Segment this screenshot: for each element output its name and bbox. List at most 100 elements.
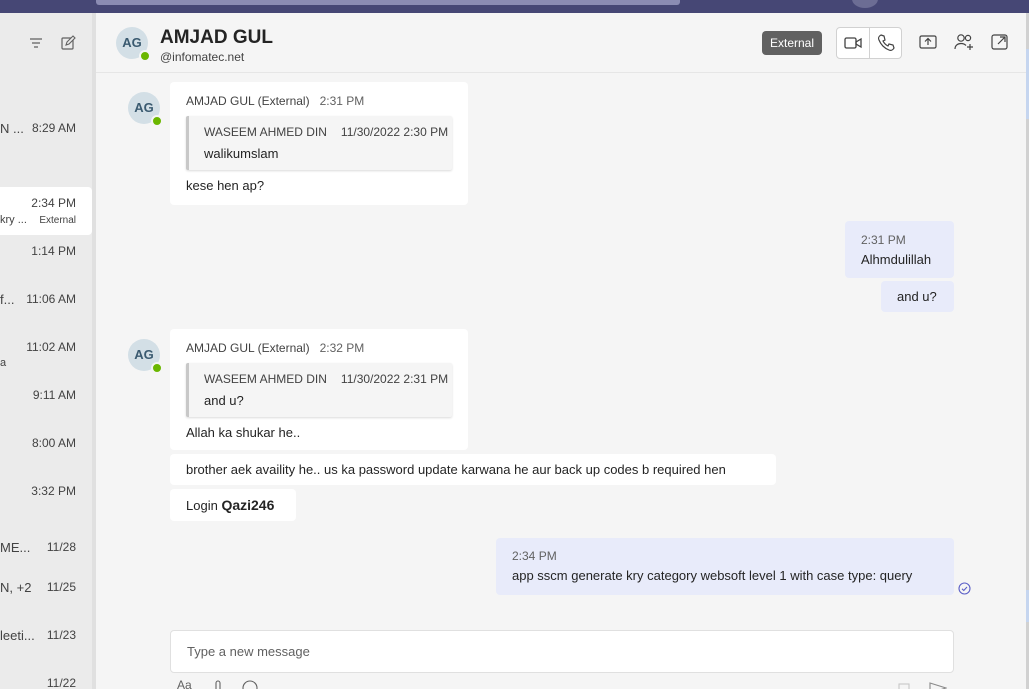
search-bar[interactable] [96,0,680,5]
video-call-icon[interactable] [841,31,865,55]
chat-preview: a [0,357,7,369]
message-text: Alhmdulillah [861,252,932,267]
chat-time: 3:32 PM [31,484,76,498]
message-text: app sscm generate kry category websoft l… [512,568,913,583]
chat-name: f... [0,292,15,307]
meet-now-icon[interactable] [898,682,914,689]
message-bubble-mine[interactable]: 2:31 PM Alhmdulillah [845,221,954,278]
chat-list-panel: N ... 8:29 AM 2:34 PM kry ... External 1… [0,13,92,689]
presence-available-icon [139,50,151,62]
seen-check-icon [958,582,971,595]
contact-domain: @infomatec.net [160,50,245,64]
quoted-reply[interactable]: WASEEM AHMED DIN 11/30/2022 2:30 PM walik… [186,116,452,170]
message-compose-box[interactable]: Type a new message [170,630,954,673]
chat-list-item[interactable]: 11/22 [0,666,92,689]
message-bubble[interactable]: brother aek availity he.. us ka password… [170,454,776,485]
chat-time: 8:00 AM [31,436,76,450]
message-text-prefix: Login [186,498,218,513]
quoted-reply[interactable]: WASEEM AHMED DIN 11/30/2022 2:31 PM and u… [186,363,452,417]
quoted-meta: WASEEM AHMED DIN 11/30/2022 2:30 PM [204,125,448,139]
filter-icon[interactable] [28,35,44,51]
chat-list-item[interactable]: 9:11 AM [0,378,92,426]
avatar[interactable]: AG [128,92,163,127]
chat-time: 9:11 AM [32,388,76,402]
avatar[interactable]: AG [128,339,163,374]
emoji-icon[interactable] [242,680,258,689]
message-time: 2:31 PM [861,233,906,247]
message-time: 2:31 PM [319,94,365,108]
message-text-bold: Qazi246 [221,497,275,513]
chat-time: 11/28 [46,540,76,554]
external-badge: External [762,31,823,55]
chat-list-item[interactable]: N, +2 11/25 [0,570,92,618]
chat-list-item[interactable]: 3:32 PM [0,474,92,522]
quoted-meta: WASEEM AHMED DIN 11/30/2022 2:31 PM [204,372,448,386]
new-chat-icon[interactable] [60,35,76,51]
quoted-time: 11/30/2022 2:31 PM [340,372,449,386]
chat-list-item[interactable]: f... 11:06 AM [0,282,92,330]
chat-time: 11/25 [46,580,76,594]
message-author: AMJAD GUL (External) [186,94,310,108]
chat-header: AG AMJAD GUL @infomatec.net External [96,13,1029,73]
chat-time: 2:34 PM [31,196,76,210]
send-icon[interactable] [929,680,947,689]
chat-time: 11:02 AM [26,340,76,354]
message-bubble[interactable]: AMJAD GUL (External) 2:32 PM WASEEM AHMED… [170,329,468,450]
message-bubble-mine[interactable]: 2:34 PM app sscm generate kry category w… [496,538,954,595]
audio-call-icon[interactable] [874,31,898,55]
chat-time: 8:29 AM [31,121,76,135]
chat-list-item[interactable]: N ... 8:29 AM [0,104,92,152]
message-text: brother aek availity he.. us ka password… [186,462,726,477]
quoted-time: 11/30/2022 2:30 PM [340,125,449,139]
contact-name[interactable]: AMJAD GUL [160,27,273,49]
chat-list-item[interactable]: 8:00 AM [0,426,92,474]
chat-name: N ... [0,121,24,136]
message-bubble[interactable]: AMJAD GUL (External) 2:31 PM WASEEM AHMED… [170,82,468,205]
chat-preview: kry ... [0,214,27,226]
chat-time: 11/23 [46,628,76,642]
chat-time: 1:14 PM [31,244,76,258]
presence-available-icon [151,115,163,127]
chat-name: leeti... [0,628,35,643]
external-badge: External [39,215,76,226]
message-time: 2:32 PM [319,341,365,355]
chat-list-item[interactable]: 11:02 AM a [0,330,92,378]
chat-list-item[interactable]: leeti... 11/23 [0,618,92,666]
message-text: Login Qazi246 [186,497,274,513]
quoted-text: walikumslam [204,146,279,161]
message-text: and u? [897,289,937,304]
message-author: AMJAD GUL (External) [186,341,310,355]
share-screen-icon[interactable] [916,30,940,54]
chat-name: N, +2 [0,580,32,595]
call-button-group [836,27,902,59]
app-title-bar [0,0,1029,13]
chat-time: 11:06 AM [26,292,76,306]
message-text: kese hen ap? [186,178,265,193]
attach-icon[interactable] [212,680,224,689]
pop-out-icon[interactable] [988,30,1012,54]
message-bubble[interactable]: Login Qazi246 [170,489,296,521]
avatar-initials: AG [134,100,154,115]
chat-time: 11/22 [46,676,76,689]
chat-list-item[interactable]: 1:14 PM [0,234,92,282]
chat-name: ME... [0,540,31,555]
avatar[interactable]: AG [116,27,151,62]
chat-list-item-active[interactable]: 2:34 PM kry ... External [0,187,92,235]
presence-available-icon [151,362,163,374]
quoted-text: and u? [204,393,244,408]
compose-placeholder: Type a new message [187,644,310,659]
message-bubble-mine[interactable]: and u? [881,281,954,312]
panel-divider[interactable] [92,13,96,689]
avatar-initials: AG [134,347,154,362]
profile-avatar[interactable] [852,0,878,8]
message-text: Allah ka shukar he.. [186,425,301,440]
quoted-author: WASEEM AHMED DIN [204,372,327,386]
quoted-author: WASEEM AHMED DIN [204,125,327,139]
format-icon[interactable]: Aa [177,678,192,689]
call-group-separator [869,28,870,58]
message-time: 2:34 PM [512,549,557,563]
add-people-icon[interactable] [952,30,976,54]
message-meta: AMJAD GUL (External) 2:32 PM [186,341,364,355]
avatar-initials: AG [122,35,142,50]
message-meta: AMJAD GUL (External) 2:31 PM [186,94,364,108]
